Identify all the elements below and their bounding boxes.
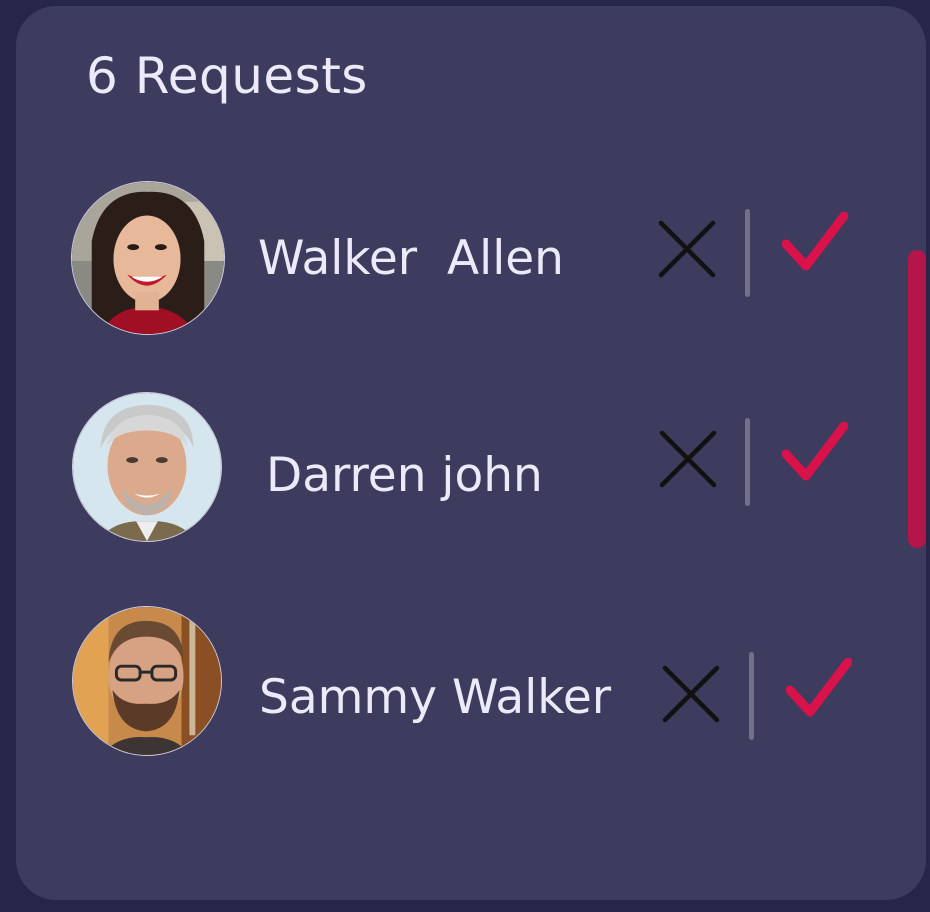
scrollbar-thumb[interactable] <box>908 250 926 548</box>
bearded-man-avatar-image <box>73 607 221 755</box>
list-item: Walker Allen <box>16 181 896 341</box>
check-icon <box>782 212 848 271</box>
woman-avatar-image <box>72 182 224 334</box>
list-item: Darren john <box>16 392 896 552</box>
close-icon <box>659 430 717 488</box>
avatar <box>72 606 222 756</box>
accept-button[interactable] <box>786 658 852 722</box>
divider <box>745 418 750 506</box>
avatar <box>72 392 222 542</box>
list-item: Sammy Walker <box>16 606 896 766</box>
reject-button[interactable] <box>662 665 720 723</box>
divider <box>749 652 754 740</box>
reject-button[interactable] <box>658 220 716 278</box>
accept-button[interactable] <box>782 212 848 276</box>
accept-button[interactable] <box>782 422 848 486</box>
requester-name: Sammy Walker <box>259 670 612 725</box>
close-icon <box>662 665 720 723</box>
close-icon <box>658 220 716 278</box>
reject-button[interactable] <box>659 430 717 488</box>
divider <box>745 209 750 297</box>
requester-name: Walker Allen <box>258 231 564 286</box>
scrollbar[interactable] <box>908 250 926 548</box>
requester-name: Darren john <box>266 448 543 503</box>
avatar <box>71 181 225 335</box>
page-title: 6 Requests <box>86 47 368 105</box>
gray-haired-man-avatar-image <box>73 393 221 541</box>
check-icon <box>786 658 852 717</box>
requests-card: 6 Requests Walker Allen Darren john Samm… <box>16 6 926 900</box>
check-icon <box>782 422 848 481</box>
